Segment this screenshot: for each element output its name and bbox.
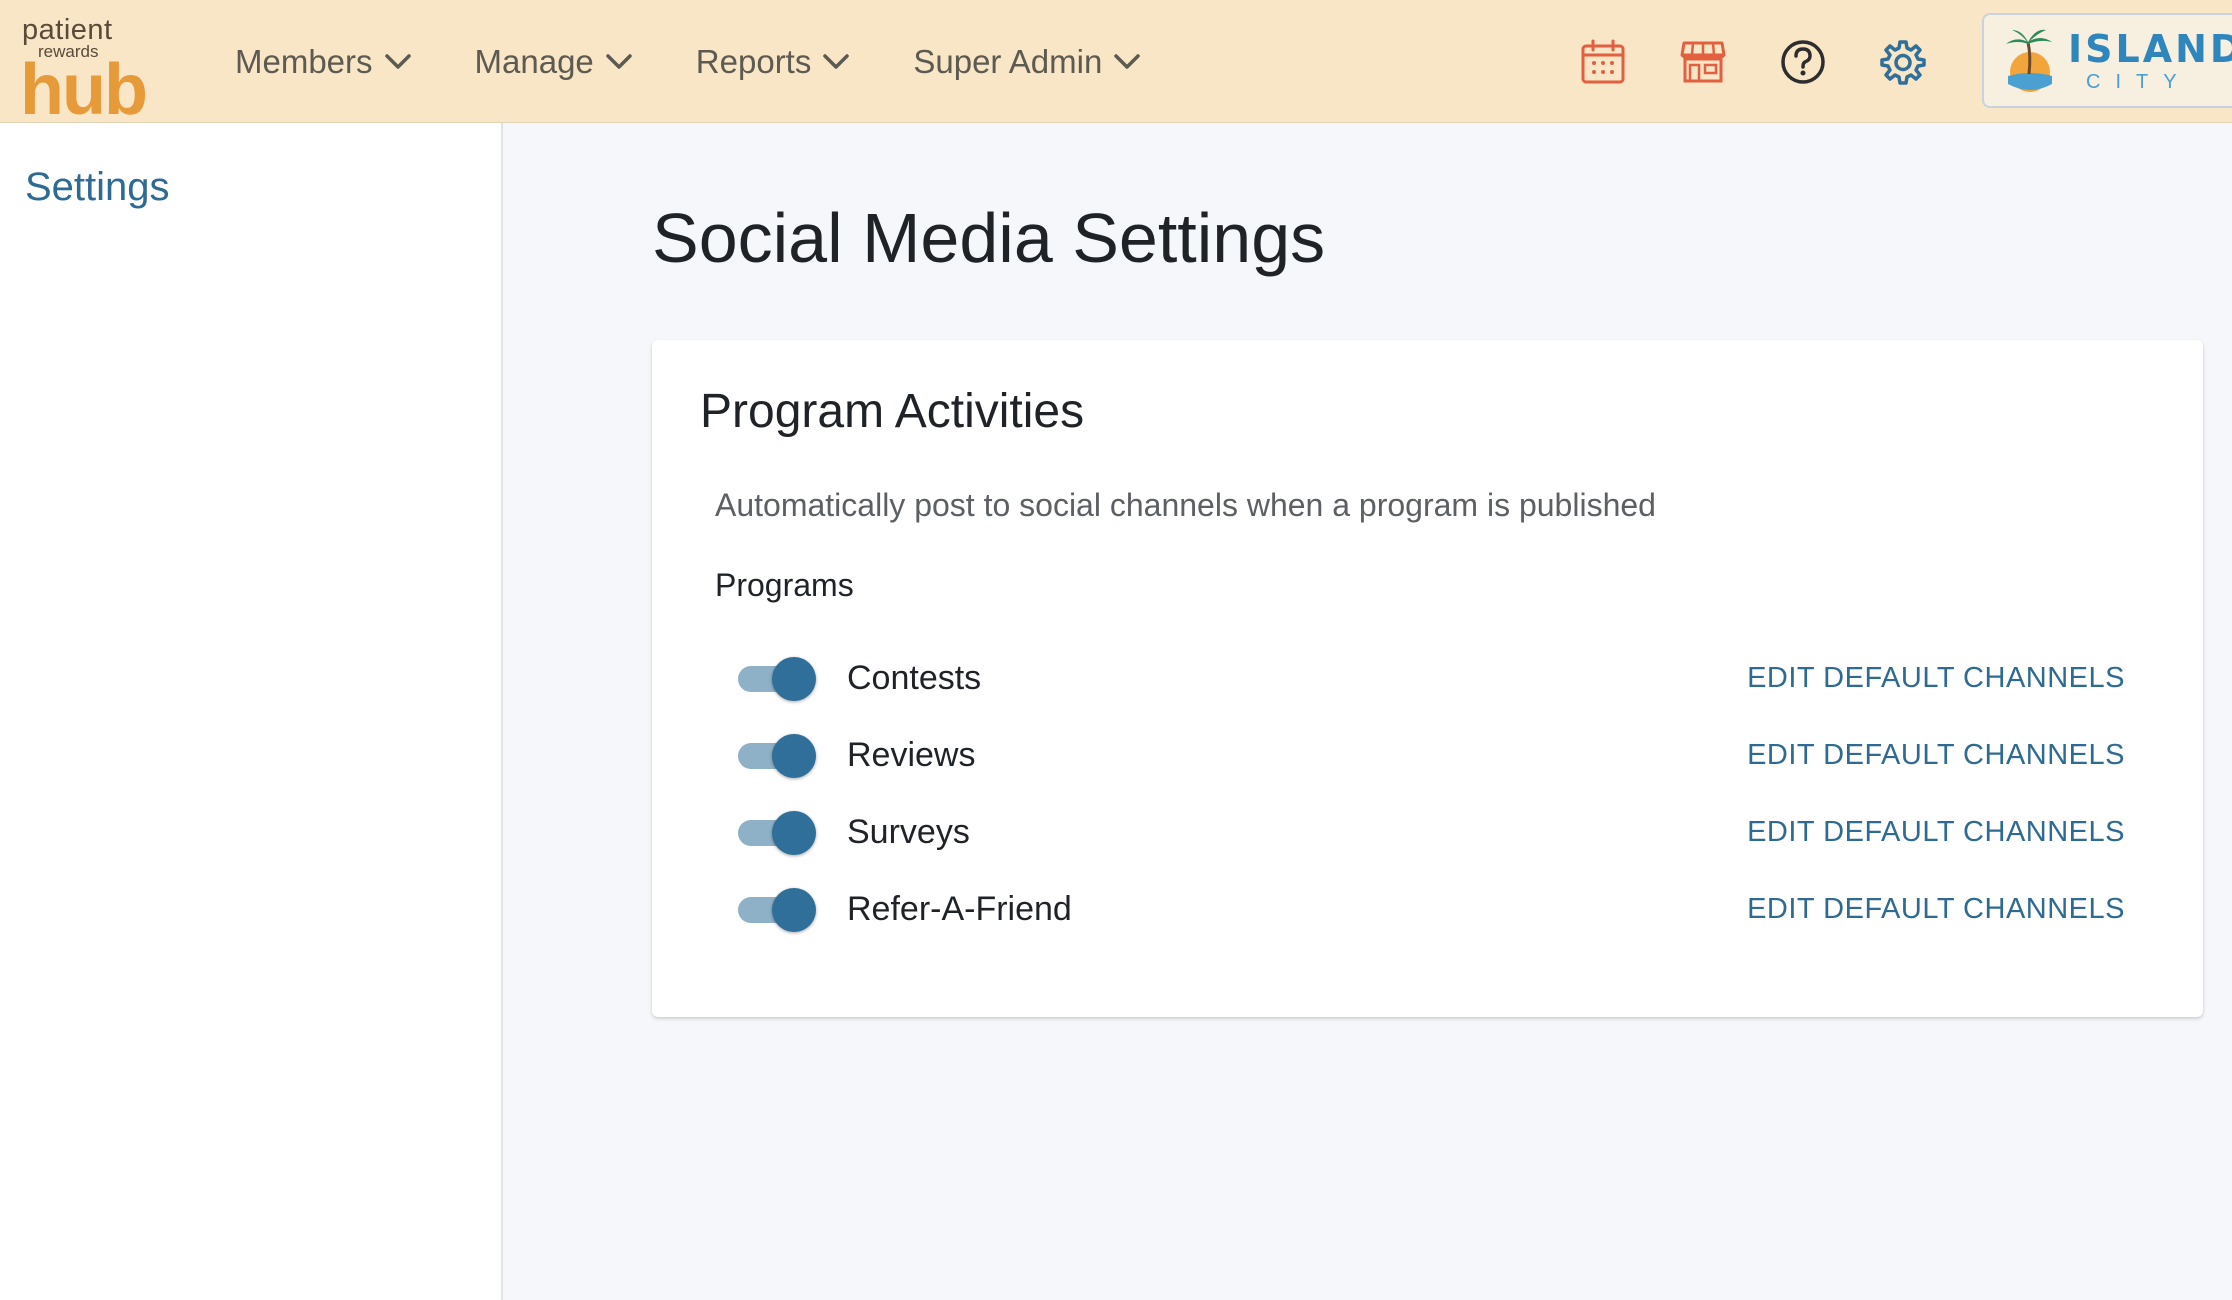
program-row-surveys: Surveys EDIT DEFAULT CHANNELS <box>652 794 2203 871</box>
program-activities-card: Program Activities Automatically post to… <box>652 340 2203 1017</box>
storefront-button[interactable] <box>1675 34 1731 90</box>
main-nav: Members Manage Reports Super Admin <box>215 0 1184 123</box>
card-title: Program Activities <box>700 385 1085 438</box>
program-label: Refer-A-Friend <box>847 890 1072 928</box>
organization-logo[interactable]: ISLAND CITY <box>1982 13 2232 108</box>
nav-members[interactable]: Members <box>215 43 411 81</box>
nav-manage[interactable]: Manage <box>455 43 632 81</box>
nav-reports[interactable]: Reports <box>676 43 850 81</box>
help-circle-icon <box>1781 39 1825 84</box>
toggle-thumb <box>772 733 816 778</box>
storefront-icon <box>1680 41 1726 82</box>
program-label: Surveys <box>847 813 970 851</box>
gear-icon <box>1880 39 1926 85</box>
reviews-toggle[interactable] <box>738 733 816 778</box>
organization-name: ISLAND CITY <box>2068 30 2232 92</box>
chevron-down-icon <box>823 53 850 69</box>
palm-island-icon <box>2006 29 2052 92</box>
nav-reports-label: Reports <box>695 42 812 80</box>
toggle-thumb <box>772 810 816 855</box>
toggle-thumb <box>772 887 816 932</box>
sidebar: Settings <box>0 123 503 1300</box>
settings-button[interactable] <box>1875 34 1931 90</box>
chevron-down-icon <box>1114 53 1141 69</box>
nav-members-label: Members <box>235 42 373 80</box>
brand-line-hub: hub <box>20 50 148 130</box>
toggle-thumb <box>772 656 816 701</box>
help-button[interactable] <box>1775 34 1831 90</box>
nav-super-admin[interactable]: Super Admin <box>893 42 1141 81</box>
program-row-refer-a-friend: Refer-A-Friend EDIT DEFAULT CHANNELS <box>652 871 2203 948</box>
organization-name-main: ISLAND <box>2068 26 2232 71</box>
chevron-down-icon <box>606 53 632 69</box>
header-actions <box>1575 0 1975 123</box>
page-title: Social Media Settings <box>652 199 1326 277</box>
sidebar-item-settings[interactable]: Settings <box>25 165 170 210</box>
card-description: Automatically post to social channels wh… <box>715 487 1656 523</box>
edit-default-channels-reviews[interactable]: EDIT DEFAULT CHANNELS <box>1747 739 2125 772</box>
programs-section-label: Programs <box>715 567 854 603</box>
refer-a-friend-toggle[interactable] <box>738 887 816 932</box>
program-row-reviews: Reviews EDIT DEFAULT CHANNELS <box>652 717 2203 794</box>
program-label: Reviews <box>847 736 976 774</box>
program-label: Contests <box>847 659 982 697</box>
organization-name-sub: CITY <box>2086 70 2192 93</box>
program-list: Contests EDIT DEFAULT CHANNELS Reviews E… <box>652 640 2203 948</box>
edit-default-channels-surveys[interactable]: EDIT DEFAULT CHANNELS <box>1747 816 2125 849</box>
edit-default-channels-refer-a-friend[interactable]: EDIT DEFAULT CHANNELS <box>1747 893 2125 926</box>
nav-super-admin-label: Super Admin <box>913 42 1103 80</box>
top-header: patient rewards hub Members Manage Repor… <box>0 0 2232 126</box>
brand-logo[interactable]: patient rewards hub <box>20 14 150 126</box>
surveys-toggle[interactable] <box>738 810 816 855</box>
nav-manage-label: Manage <box>474 42 594 80</box>
contests-toggle[interactable] <box>738 656 816 701</box>
edit-default-channels-contests[interactable]: EDIT DEFAULT CHANNELS <box>1747 662 2125 695</box>
chevron-down-icon <box>384 53 411 69</box>
calendar-button[interactable] <box>1575 34 1631 90</box>
calendar-icon <box>1581 39 1625 83</box>
program-row-contests: Contests EDIT DEFAULT CHANNELS <box>652 640 2203 717</box>
